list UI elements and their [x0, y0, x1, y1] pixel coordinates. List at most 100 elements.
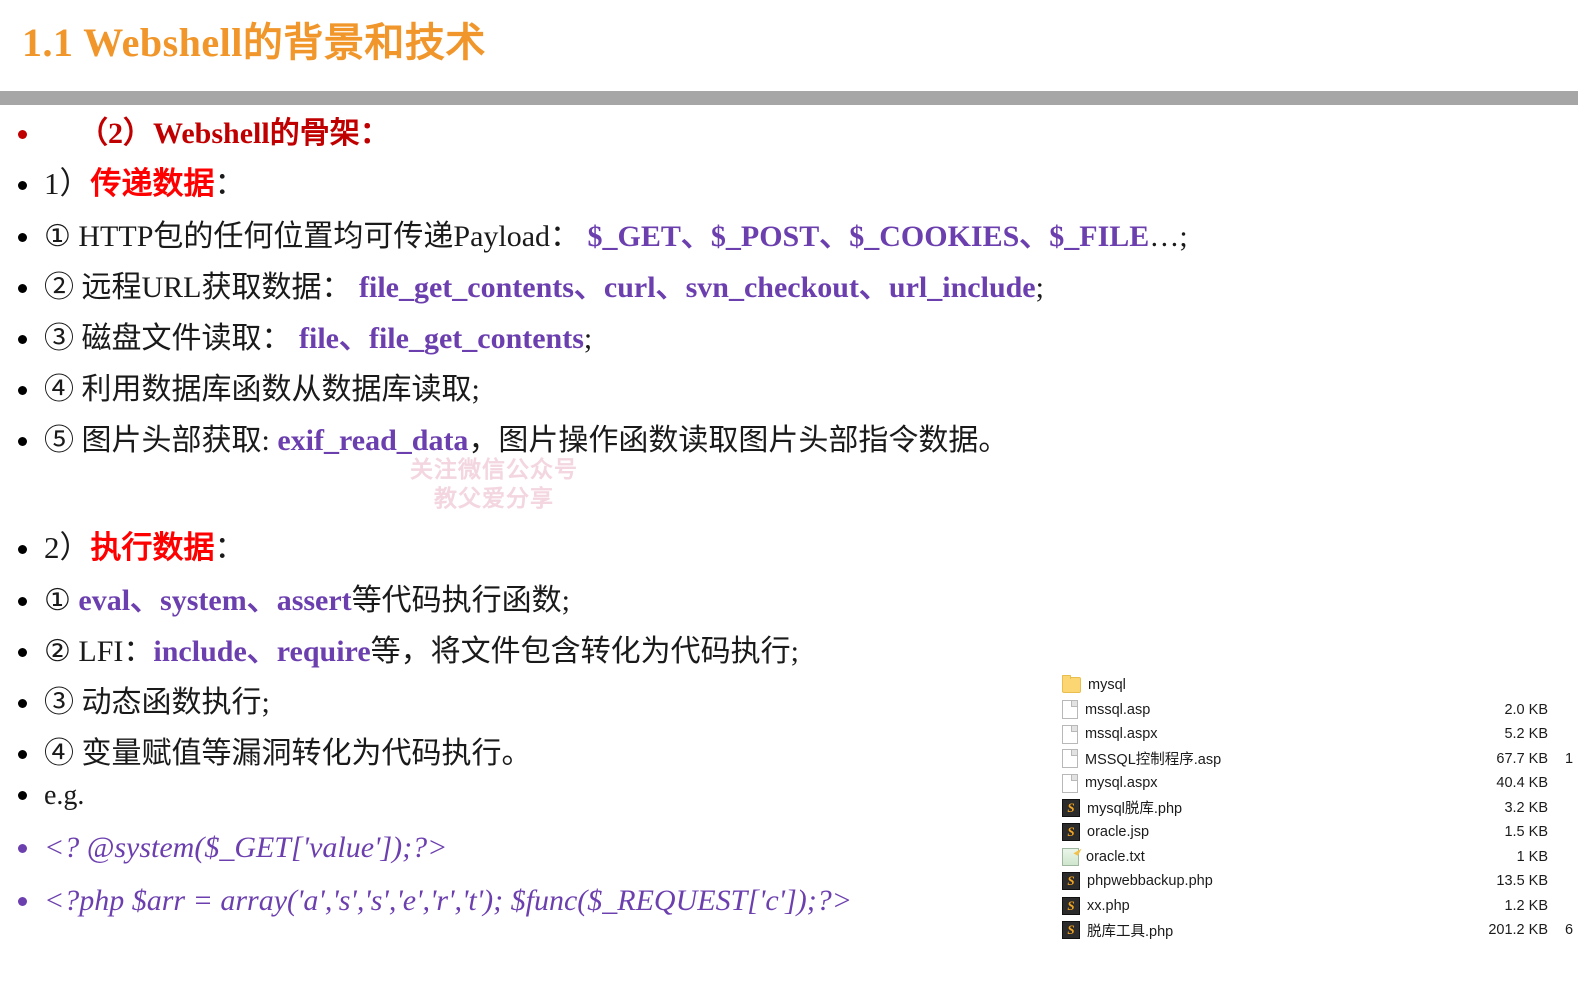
- bullet-marker: [0, 278, 44, 297]
- bullet-line-item-1-3: ③ 磁盘文件读取： file、file_get_contents;: [0, 313, 1100, 364]
- file-row-edge-text: [1565, 894, 1578, 919]
- file-name-label: mysql脱库.php: [1087, 801, 1183, 818]
- file-name-cell[interactable]: mssql.aspx: [1062, 724, 1462, 744]
- file-row-edge-text: [1565, 771, 1578, 796]
- text-run: $_GET、$_POST、$_COOKIES、$_FILE: [580, 220, 1150, 253]
- file-row[interactable]: Smysql脱库.php 3.2 KB: [1062, 796, 1578, 821]
- bullet-text: ④ 利用数据库函数从数据库读取;: [44, 364, 1100, 408]
- text-run: ② 远程URL获取数据：: [44, 271, 352, 304]
- file-name-cell[interactable]: S 脱库工具.php: [1062, 920, 1462, 941]
- file-row-edge-text: [1565, 869, 1578, 894]
- php-icon: S: [1062, 921, 1080, 940]
- text-run: ：: [214, 166, 246, 201]
- php-icon: S: [1062, 896, 1080, 915]
- file-explorer-list[interactable]: mysql mssql.asp 2.0 KB mssql.aspx 5.2 KB MSSQ…: [1062, 673, 1578, 943]
- file-size-label: 5.2 KB: [1504, 726, 1548, 743]
- file-size-label: 201.2 KB: [1488, 922, 1548, 939]
- bullet-marker: [0, 329, 44, 348]
- file-row-edge-text: [1565, 722, 1578, 747]
- document-icon: [1062, 749, 1078, 769]
- file-name-cell[interactable]: Sxx.php: [1062, 896, 1462, 915]
- bullet-marker: [0, 891, 44, 910]
- text-run: （2）Webshell的骨架：: [78, 117, 390, 150]
- bullet-line-item-1-5: ⑤ 图片头部获取: exif_read_data，图片操作函数读取图片头部指令数…: [0, 415, 1100, 466]
- text-run: 2）: [44, 530, 91, 565]
- text-run: 1）: [44, 166, 91, 201]
- file-name-cell[interactable]: MSSQL控制程序.asp: [1062, 748, 1462, 769]
- text-run: ③ 动态函数执行;: [44, 686, 270, 719]
- bullet-line-item-1-2: ② 远程URL获取数据： file_get_contents、curl、svn_…: [0, 262, 1100, 313]
- text-run: ①: [44, 584, 79, 617]
- file-size-label: 67.7 KB: [1496, 750, 1548, 767]
- bullet-marker: [0, 693, 44, 712]
- php-icon: S: [1062, 798, 1080, 817]
- file-row[interactable]: mssql.asp 2.0 KB: [1062, 698, 1578, 723]
- file-name-label: mysql.aspx: [1085, 775, 1158, 792]
- file-row-edge-text: [1565, 796, 1578, 821]
- bullet-text: 2）执行数据：: [44, 522, 1100, 567]
- page-title: 1.1 Webshell的背景和技术: [22, 20, 486, 65]
- text-run: eval、system、assert: [78, 584, 352, 617]
- file-name-cell[interactable]: mysql.aspx: [1062, 773, 1462, 793]
- file-row-edge-text: 6: [1565, 922, 1574, 938]
- text-run: ;: [1035, 271, 1044, 304]
- bullet-text: <?php $arr = array('a','s','s','e','r','…: [44, 884, 1100, 918]
- bullet-text: <? @system($_GET['value']);?>: [44, 831, 1100, 865]
- file-row[interactable]: mysql.aspx 40.4 KB: [1062, 771, 1578, 796]
- file-name-cell[interactable]: mysql: [1062, 675, 1462, 694]
- file-row[interactable]: MSSQL控制程序.asp 67.7 KB: [1062, 747, 1578, 772]
- text-run: ⑤ 图片头部获取:: [44, 424, 278, 457]
- file-name-label: mssql.asp: [1085, 701, 1151, 718]
- file-name-label: MSSQL控制程序.asp: [1085, 752, 1222, 769]
- file-row-edge-text: [1565, 673, 1578, 698]
- bullet-text: ④ 变量赋值等漏洞转化为代码执行。: [44, 728, 1100, 772]
- text-run: e.g.: [44, 780, 85, 811]
- text-run: ③ 磁盘文件读取：: [44, 322, 292, 355]
- text-run: 执行数据: [90, 530, 215, 565]
- bullet-text: ③ 磁盘文件读取： file、file_get_contents;: [44, 313, 1100, 357]
- bullet-text: ② 远程URL获取数据： file_get_contents、curl、svn_…: [44, 262, 1100, 306]
- bullet-marker: [0, 838, 44, 857]
- bullet-marker: [0, 175, 44, 194]
- file-name-cell[interactable]: mssql.asp: [1062, 700, 1462, 720]
- file-row[interactable]: Sphpwebbackup.php 13.5 KB: [1062, 869, 1578, 894]
- text-run: ① HTTP包的任何位置均可传递Payload：: [44, 220, 581, 253]
- file-name-cell[interactable]: oracle.txt: [1062, 847, 1462, 866]
- file-size-label: 40.4 KB: [1496, 775, 1548, 792]
- file-size-label: 1.5 KB: [1504, 824, 1548, 841]
- file-row[interactable]: S 脱库工具.php 201.2 KB: [1062, 918, 1578, 943]
- file-name-cell[interactable]: Sphpwebbackup.php: [1062, 872, 1462, 891]
- file-row-edge-text: [1565, 820, 1578, 845]
- bullet-text: ① eval、system、assert等代码执行函数;: [44, 575, 1100, 619]
- text-run: ④ 变量赋值等漏洞转化为代码执行。: [44, 737, 532, 770]
- file-row-edge-text: 1: [1565, 750, 1574, 767]
- file-row[interactable]: Soracle.jsp 1.5 KB: [1062, 820, 1578, 845]
- file-name-cell[interactable]: Soracle.jsp: [1062, 823, 1462, 842]
- file-name-label: 脱库工具.php: [1087, 923, 1174, 940]
- file-row-edge-text: [1565, 845, 1578, 870]
- text-run: file_get_contents、curl、svn_checkout、url_…: [351, 271, 1036, 304]
- file-name-cell[interactable]: Smysql脱库.php: [1062, 797, 1462, 818]
- bullet-line-heading-skeleton: （2）Webshell的骨架：: [0, 108, 1100, 158]
- file-row[interactable]: mssql.aspx 5.2 KB: [1062, 722, 1578, 747]
- bullet-marker: [0, 539, 44, 558]
- file-row[interactable]: mysql: [1062, 673, 1578, 698]
- text-run: 等代码执行函数;: [351, 584, 571, 617]
- bullet-spacer: [0, 466, 1100, 522]
- file-name-label: xx.php: [1087, 897, 1130, 914]
- text-run: file、file_get_contents: [291, 322, 584, 355]
- file-size-label: 2.0 KB: [1504, 701, 1548, 718]
- document-icon: [1062, 700, 1078, 720]
- text-run: <? @system($_GET['value']);?>: [44, 831, 448, 864]
- php-icon: S: [1062, 872, 1080, 891]
- file-row[interactable]: Sxx.php 1.2 KB: [1062, 894, 1578, 919]
- bullet-marker: [0, 744, 44, 763]
- file-row[interactable]: oracle.txt 1 KB: [1062, 845, 1578, 870]
- text-run: include、require: [153, 635, 371, 668]
- bullet-marker: [0, 591, 44, 610]
- text-run: ;: [583, 322, 593, 355]
- folder-icon: [1062, 675, 1081, 694]
- file-explorer-edge-column: 16: [1565, 673, 1578, 943]
- bullet-line-item-2-4: ④ 变量赋值等漏洞转化为代码执行。: [0, 728, 1100, 779]
- file-name-label: oracle.jsp: [1087, 824, 1150, 841]
